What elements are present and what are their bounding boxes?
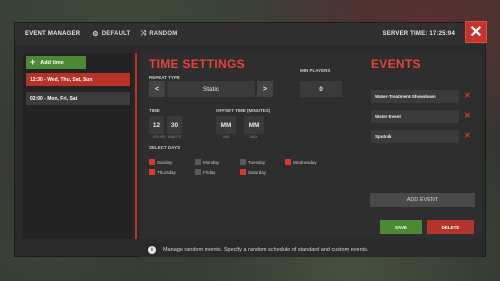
delete-button[interactable]: DELETE (427, 220, 474, 234)
add-time-label: Add time (40, 59, 64, 66)
minutes-input[interactable]: 30 (167, 116, 182, 134)
repeat-prev-button[interactable]: < (149, 81, 165, 97)
info-text: Manage random events. Specify a random s… (163, 247, 369, 253)
default-label: DEFAULT (101, 31, 131, 37)
divider (135, 53, 137, 239)
thursday-label: Thursday (157, 170, 176, 175)
repeat-type-value: Static (167, 81, 255, 97)
time-list-sidebar: + Add time 12:30 - Wed, Thu, Sat, Sun 02… (23, 53, 133, 239)
offset-min-sublabel: MIN (223, 135, 230, 139)
monday-checkbox[interactable] (195, 159, 201, 165)
add-event-button[interactable]: ADD EVENT (370, 193, 475, 207)
time-label: TIME (149, 108, 160, 113)
offset-min-input[interactable]: MM (216, 116, 236, 134)
shuffle-icon: ⤨ (140, 30, 147, 37)
friday-checkbox[interactable] (195, 169, 201, 175)
min-players-label: MIN PLAYERS (300, 68, 331, 73)
event-name: Sputnik (375, 134, 392, 139)
saturday-checkbox[interactable] (240, 169, 246, 175)
settings-panel: TIME SETTINGS REPEAT TYPE < Static > MIN… (140, 53, 481, 239)
select-days-label: SELECT DAYS (149, 145, 181, 150)
title-bar: EVENT MANAGER ⚙ DEFAULT ⤨ RANDOM SERVER … (15, 21, 487, 45)
default-button[interactable]: ⚙ DEFAULT (92, 30, 130, 38)
chevron-left-icon: < (154, 85, 160, 93)
repeat-type-label: REPEAT TYPE (149, 75, 180, 80)
time-settings-heading: TIME SETTINGS (149, 57, 245, 71)
delete-event-icon[interactable]: ✕ (464, 131, 471, 140)
time-entry-label: 12:30 - Wed, Thu, Sat, Sun (30, 76, 93, 83)
sunday-label: Sunday (157, 160, 173, 165)
event-item[interactable]: Water Event (371, 110, 459, 123)
info-icon: i (148, 246, 156, 254)
chevron-right-icon: > (262, 85, 268, 93)
event-item[interactable]: Water-Treatment-Showdown (371, 90, 459, 103)
random-label: RANDOM (149, 31, 178, 37)
offset-max-sublabel: MAX (250, 135, 258, 139)
wednesday-checkbox[interactable] (285, 159, 291, 165)
save-button[interactable]: SAVE (380, 220, 422, 234)
hours-sublabel: HOURS (153, 135, 166, 139)
saturday-label: Saturday (248, 170, 267, 175)
event-name: Water-Treatment-Showdown (375, 94, 436, 99)
tuesday-checkbox[interactable] (240, 159, 246, 165)
window-title: EVENT MANAGER (25, 31, 81, 37)
delete-event-icon[interactable]: ✕ (464, 111, 471, 120)
sunday-checkbox[interactable] (149, 159, 155, 165)
min-players-input[interactable]: 0 (300, 81, 342, 97)
minutes-sublabel: MINUTE (168, 135, 182, 139)
events-heading: EVENTS (371, 57, 421, 71)
close-button[interactable]: ✕ (465, 21, 487, 43)
server-time: SERVER TIME: 17:25:94 (382, 31, 455, 37)
time-entry[interactable]: 12:30 - Wed, Thu, Sat, Sun (26, 73, 130, 86)
tuesday-label: Tuesday (248, 160, 266, 165)
plus-icon: + (30, 57, 36, 67)
event-name: Water Event (375, 114, 401, 119)
offset-time-label: OFFSET TIME (MINUTES) (216, 108, 271, 113)
info-bar: i Manage random events. Specify a random… (140, 243, 481, 257)
close-icon: ✕ (469, 24, 483, 41)
thursday-checkbox[interactable] (149, 169, 155, 175)
monday-label: Monday (203, 160, 220, 165)
random-button[interactable]: ⤨ RANDOM (140, 30, 177, 38)
offset-max-input[interactable]: MM (244, 116, 264, 134)
time-entry-label: 02:00 - Mon, Fri, Sat (30, 95, 78, 102)
hours-input[interactable]: 12 (149, 116, 164, 134)
delete-event-icon[interactable]: ✕ (464, 91, 471, 100)
repeat-next-button[interactable]: > (257, 81, 273, 97)
add-time-button[interactable]: + Add time (26, 56, 86, 69)
event-manager-window: EVENT MANAGER ⚙ DEFAULT ⤨ RANDOM SERVER … (14, 21, 487, 257)
wednesday-label: Wednesday (293, 160, 317, 165)
friday-label: Friday (203, 170, 216, 175)
gear-icon: ⚙ (92, 31, 99, 38)
time-entry[interactable]: 02:00 - Mon, Fri, Sat (26, 92, 130, 105)
event-item[interactable]: Sputnik (371, 130, 459, 143)
